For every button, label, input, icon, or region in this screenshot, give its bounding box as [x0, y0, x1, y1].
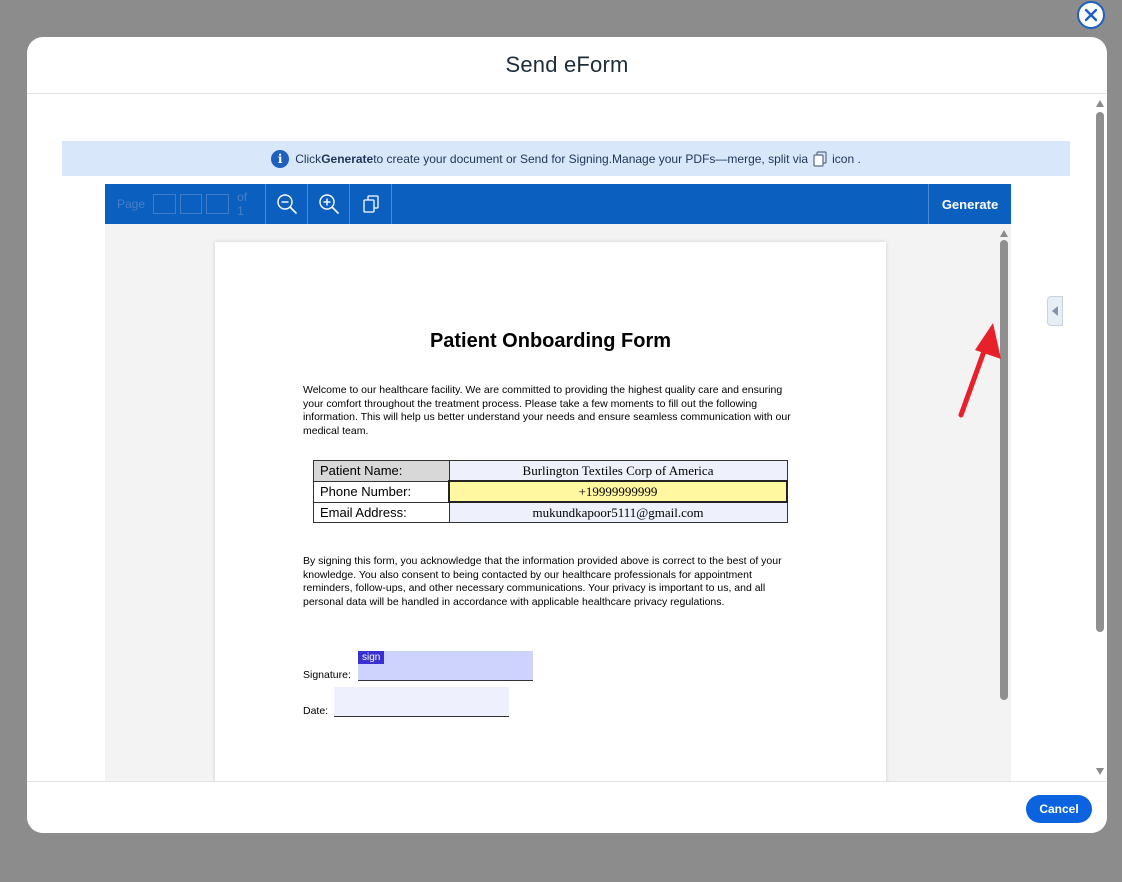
annotation-arrow: [958, 323, 1001, 418]
modal-body: i Click Generate to create your document…: [27, 94, 1107, 802]
modal-header: Send eForm: [27, 37, 1107, 94]
prev-page-button[interactable]: [153, 194, 176, 214]
signature-field[interactable]: sign: [358, 651, 533, 681]
page-of-label: of 1: [237, 190, 248, 218]
scroll-thumb[interactable]: [1000, 240, 1008, 700]
zoom-out-button[interactable]: [266, 184, 307, 224]
viewer-toolbar: Page of 1 Generate: [105, 184, 1011, 224]
copy-pages-icon: [362, 195, 379, 213]
generate-button[interactable]: Generate: [928, 184, 1011, 224]
modal-footer: Cancel: [27, 781, 1107, 833]
background-page-footer: [0, 848, 1122, 882]
patient-name-field[interactable]: Burlington Textiles Corp of America: [448, 460, 788, 482]
copy-pages-icon: [813, 150, 827, 167]
scroll-thumb[interactable]: [1096, 112, 1104, 632]
scroll-up-arrow[interactable]: [1000, 230, 1008, 237]
manage-pages-button[interactable]: [350, 184, 391, 224]
patient-info-table: Patient Name: Burlington Textiles Corp o…: [313, 460, 788, 523]
scroll-down-arrow[interactable]: [1096, 768, 1104, 775]
table-row: Patient Name: Burlington Textiles Corp o…: [313, 460, 788, 482]
next-page-button[interactable]: [206, 194, 230, 214]
background-page-header: [0, 0, 1122, 34]
document-area: Patient Onboarding Form Welcome to our h…: [105, 224, 1011, 802]
page-label: Page: [117, 197, 146, 211]
document-scrollbar[interactable]: [997, 224, 1011, 781]
banner-prefix: Click: [295, 151, 322, 166]
chevron-left-icon: [1052, 306, 1058, 316]
field-label: Patient Name:: [313, 460, 450, 482]
modal-scrollbar[interactable]: [1093, 94, 1107, 781]
phone-number-field[interactable]: +19999999999: [448, 480, 788, 503]
field-label: Phone Number:: [313, 480, 450, 503]
signature-label: Signature:: [303, 669, 351, 681]
info-banner: i Click Generate to create your document…: [62, 141, 1070, 176]
modal-title: Send eForm: [505, 52, 629, 77]
info-icon: i: [271, 149, 290, 168]
page-navigation: Page of 1: [105, 184, 265, 224]
banner-bold: Generate: [321, 151, 374, 166]
email-address-field[interactable]: mukundkapoor5111@gmail.com: [448, 501, 788, 523]
banner-suffix: icon .: [832, 151, 861, 166]
sign-tag: sign: [358, 651, 385, 664]
consent-paragraph: By signing this form, you acknowledge th…: [303, 555, 782, 608]
close-icon: [1084, 8, 1098, 22]
cancel-button[interactable]: Cancel: [1026, 795, 1092, 823]
zoom-out-icon: [276, 194, 297, 214]
field-label: Email Address:: [313, 501, 450, 523]
date-field[interactable]: [334, 687, 509, 717]
table-row: Phone Number: +19999999999: [313, 480, 788, 503]
intro-paragraph: Welcome to our healthcare facility. We a…: [303, 384, 791, 437]
pdf-viewer: Page of 1 Generate Patient Onboarding Fo…: [105, 184, 1011, 802]
toolbar-divider: [391, 184, 392, 224]
pdf-page: Patient Onboarding Form Welcome to our h…: [215, 242, 886, 802]
banner-middle: to create your document or Send for Sign…: [373, 151, 809, 166]
form-title: Patient Onboarding Form: [429, 330, 672, 352]
date-label: Date:: [303, 705, 329, 717]
zoom-in-button[interactable]: [308, 184, 349, 224]
side-panel-toggle[interactable]: [1047, 296, 1063, 326]
page-number-input[interactable]: [179, 194, 203, 214]
send-eform-modal: Send eForm i Click Generate to create yo…: [27, 37, 1107, 833]
zoom-in-icon: [318, 194, 339, 214]
scroll-up-arrow[interactable]: [1096, 100, 1104, 107]
table-row: Email Address: mukundkapoor5111@gmail.co…: [313, 501, 788, 523]
close-modal-button[interactable]: [1077, 1, 1105, 29]
